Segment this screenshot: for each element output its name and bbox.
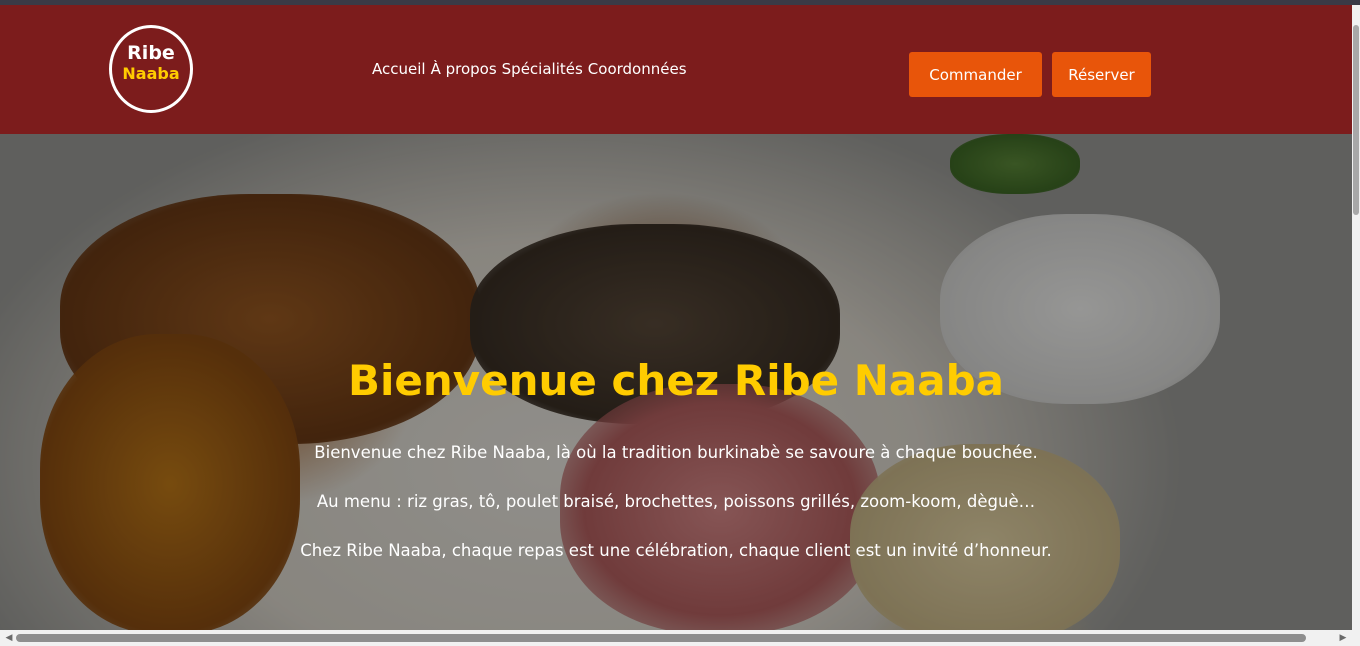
vertical-scrollbar-thumb[interactable] [1353, 25, 1359, 215]
chevron-right-icon[interactable]: ▶ [1336, 630, 1350, 646]
horizontal-scrollbar-thumb[interactable] [16, 634, 1306, 642]
hero-paragraph-3: Chez Ribe Naaba, chaque repas est une cé… [300, 541, 1052, 560]
order-button[interactable]: Commander [909, 52, 1042, 97]
hero-section: Bienvenue chez Ribe Naaba Bienvenue chez… [0, 134, 1352, 630]
horizontal-scrollbar[interactable]: ◀ ▶ [0, 630, 1360, 646]
page: Ribe Naaba Accueil À propos Spécialités … [0, 0, 1360, 646]
reserve-button[interactable]: Réserver [1052, 52, 1151, 97]
hero-paragraph-1: Bienvenue chez Ribe Naaba, là où la trad… [314, 443, 1038, 462]
hero-title: Bienvenue chez Ribe Naaba [347, 356, 1005, 405]
nav-link-coordonnees[interactable]: Coordonnées [588, 58, 687, 80]
nav-link-accueil[interactable]: Accueil [372, 58, 426, 80]
logo-text-naaba: Naaba [122, 64, 180, 83]
vertical-scrollbar[interactable] [1352, 5, 1360, 630]
logo[interactable]: Ribe Naaba [109, 25, 193, 113]
site-header: Ribe Naaba Accueil À propos Spécialités … [0, 5, 1352, 134]
nav-link-a-propos[interactable]: À propos [431, 58, 497, 80]
nav-link-specialites[interactable]: Spécialités [502, 58, 583, 80]
header-actions: Commander Réserver [909, 52, 1151, 97]
chevron-left-icon[interactable]: ◀ [2, 630, 16, 646]
main-nav: Accueil À propos Spécialités Coordonnées [372, 58, 687, 80]
hero-content: Bienvenue chez Ribe Naaba Bienvenue chez… [0, 134, 1352, 630]
hero-paragraph-2: Au menu : riz gras, tô, poulet braisé, b… [316, 492, 1036, 511]
logo-text-ribe: Ribe [127, 42, 175, 64]
